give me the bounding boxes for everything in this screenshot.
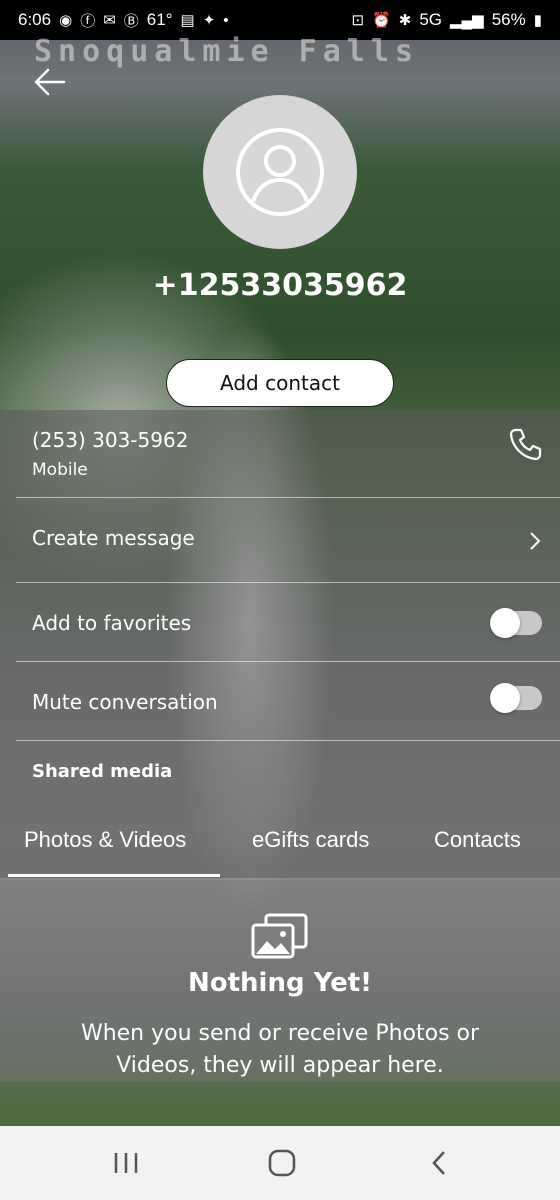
messenger-icon: ◉ <box>59 12 73 29</box>
divider <box>16 661 560 662</box>
status-temperature: 61° <box>146 10 173 29</box>
contact-number[interactable]: (253) 303-5962 <box>16 428 560 452</box>
system-navigation-bar <box>0 1126 560 1200</box>
contact-phone-number: +12533035962 <box>152 268 408 303</box>
shared-media-heading: Shared media <box>32 761 173 782</box>
phone-icon <box>509 428 542 461</box>
facebook-icon: ⓕ <box>80 12 96 30</box>
number-type: Mobile <box>32 460 88 480</box>
news-icon: ▤ <box>180 12 195 29</box>
b-app-icon: Ⓑ <box>123 12 139 30</box>
media-tabs: Photos & Videos eGifts cards Contacts <box>0 820 560 877</box>
alarm-icon: ⏰ <box>372 12 391 29</box>
contact-avatar <box>203 95 357 249</box>
status-time: 6:06 <box>18 10 52 29</box>
bluetooth-icon: ✱ <box>398 12 412 29</box>
add-contact-button[interactable]: Add contact <box>166 359 394 407</box>
person-icon <box>236 128 324 216</box>
details-panel <box>0 410 560 878</box>
recent-apps-icon[interactable] <box>106 1146 146 1180</box>
back-nav-icon[interactable] <box>420 1146 460 1180</box>
divider <box>16 582 560 583</box>
toggle-knob <box>490 683 520 713</box>
empty-state-message: When you send or receive Photos or Video… <box>80 1021 480 1078</box>
twitter-icon: ✦ <box>202 12 216 29</box>
divider <box>16 497 560 498</box>
signal-icon: ▂▄▆ <box>450 12 484 29</box>
tab-egift-cards[interactable]: eGifts cards <box>252 827 369 853</box>
status-network: 5G <box>419 10 442 29</box>
divider <box>16 740 560 741</box>
arrow-left-icon <box>34 68 66 96</box>
mute-toggle[interactable] <box>490 683 542 713</box>
active-tab-indicator <box>8 874 220 877</box>
lock-icon: ⊡ <box>351 12 365 29</box>
chevron-right-icon <box>530 532 541 550</box>
home-icon[interactable] <box>262 1146 302 1180</box>
call-button[interactable] <box>506 424 546 464</box>
create-message-row[interactable]: Create message <box>16 526 560 550</box>
status-battery: 56% <box>491 10 526 29</box>
tab-contacts[interactable]: Contacts <box>434 827 521 853</box>
contact-details-screen: 6:06 ◉ ⓕ ✉ Ⓑ 61° ▤ ✦ • ⊡ ⏰ ✱ 5G ▂▄▆ 56% … <box>0 0 560 1200</box>
empty-state-title: Nothing Yet! <box>187 968 372 998</box>
back-button[interactable] <box>30 62 70 102</box>
dot-icon: • <box>223 11 229 29</box>
background-watermark: Snoqualmie Falls <box>34 34 419 69</box>
mail-icon: ✉ <box>103 12 116 29</box>
toggle-knob <box>490 608 520 638</box>
photos-icon <box>251 913 308 959</box>
add-to-favorites-label: Add to favorites <box>32 611 192 635</box>
mute-conversation-label: Mute conversation <box>32 690 218 714</box>
battery-icon: ▮ <box>533 12 542 29</box>
tab-photos-videos[interactable]: Photos & Videos <box>24 827 186 853</box>
favorites-toggle[interactable] <box>490 608 542 638</box>
